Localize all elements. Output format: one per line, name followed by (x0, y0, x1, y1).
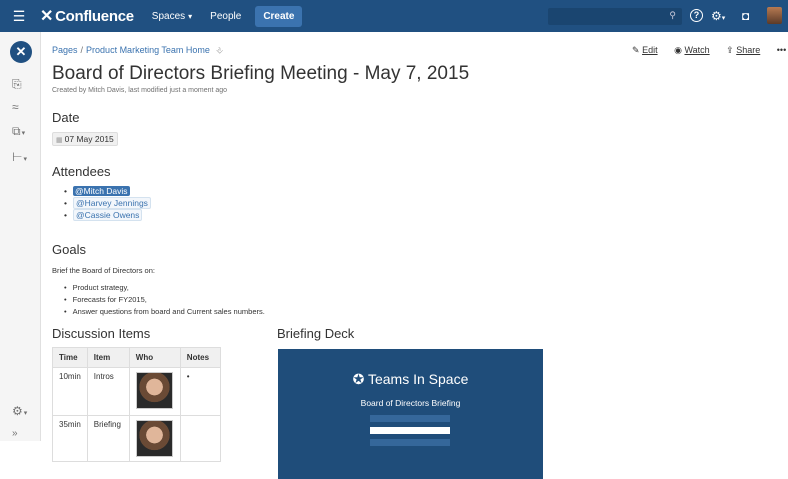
planet-logo-icon: ✪ (352, 371, 365, 387)
page-tree-icon[interactable]: ⊢▾ (12, 150, 27, 164)
deck-brand-text: Teams In Space (367, 371, 469, 387)
list-item: @Mitch Davis (64, 185, 151, 197)
people-link[interactable]: People (210, 11, 241, 22)
briefing-deck-preview[interactable]: ✪ Teams In Space Board of Directors Brie… (278, 349, 543, 479)
deck-field-bar (370, 427, 450, 434)
deck-field-bar (370, 439, 450, 446)
time-cell: 35min (52, 415, 88, 462)
page-tools-icon[interactable]: ⧉▾ (12, 124, 25, 139)
date-lozenge[interactable]: ▦ 07 May 2015 (52, 132, 118, 146)
user-mention[interactable]: @Harvey Jennings (72, 197, 151, 209)
calendar-icon: ▦ (56, 137, 63, 144)
attendees-heading: Attendees (52, 164, 111, 179)
spaces-menu[interactable]: Spaces ▾ (152, 11, 192, 22)
edit-label: Edit (642, 45, 658, 55)
attendees-list: @Mitch Davis @Harvey Jennings @Cassie Ow… (64, 185, 151, 221)
pencil-icon: ✎ (632, 45, 640, 55)
column-header: Notes (179, 347, 221, 368)
who-cell (128, 415, 181, 462)
deck-brand: ✪ Teams In Space (278, 371, 543, 388)
time-cell: 10min (52, 367, 88, 416)
notes-cell (179, 415, 221, 462)
deck-field-bar (370, 415, 450, 422)
confluence-logo-text: Confluence (55, 7, 134, 25)
goals-list: Product strategy, Forecasts for FY2015, … (64, 283, 265, 319)
settings-gear-icon[interactable]: ⚙▾ (711, 9, 725, 23)
item-cell: Intros (86, 367, 130, 416)
deck-subtitle: Board of Directors Briefing (360, 398, 461, 408)
user-mention[interactable]: @Mitch Davis (72, 186, 130, 196)
notes-cell: • (179, 367, 221, 416)
pages-icon[interactable]: ⎘ (12, 77, 22, 92)
breadcrumb-pages[interactable]: Pages (52, 45, 78, 55)
search-icon: ⚲ (669, 10, 676, 20)
list-item: Forecasts for FY2015, (64, 295, 265, 307)
share-label: Share (736, 45, 761, 55)
table-header-row: Time Item Who Notes (52, 347, 221, 368)
watch-label: Watch (684, 45, 710, 55)
who-cell (128, 367, 181, 416)
breadcrumb: Pages / Product Marketing Team Home ⎀ (52, 45, 223, 56)
list-item: @Cassie Owens (64, 209, 151, 221)
date-value: 07 May 2015 (64, 134, 114, 144)
goals-heading: Goals (52, 242, 86, 257)
page-title: Board of Directors Briefing Meeting - Ma… (52, 63, 470, 84)
notifications-icon[interactable]: ◘ (742, 9, 749, 23)
column-header: Who (128, 347, 181, 368)
watch-button[interactable]: ◉ Watch (674, 45, 710, 55)
menu-icon[interactable]: ☰ (8, 8, 30, 25)
share-button[interactable]: ⇪ Share (726, 45, 760, 55)
share-icon: ⇪ (726, 45, 734, 55)
list-item: Product strategy, (64, 283, 265, 295)
more-actions-button[interactable]: ••• (777, 45, 786, 55)
search-input[interactable]: ⚲ (548, 8, 682, 25)
user-avatar[interactable] (767, 7, 782, 24)
create-button[interactable]: Create (255, 5, 303, 27)
discussion-heading: Discussion Items (52, 326, 151, 341)
attendee-photo (135, 372, 173, 409)
spaces-label: Spaces (151, 10, 186, 22)
column-header: Time (52, 347, 88, 368)
user-mention[interactable]: @Cassie Owens (72, 209, 143, 221)
item-cell: Briefing (86, 415, 130, 462)
space-sidebar: ✕ ⎘ ≈ ⧉▾ ⊢▾ ⚙▾ » (0, 32, 41, 441)
page-byline: Created by Mitch Davis, last modified ju… (52, 87, 228, 94)
column-header: Item (86, 347, 130, 368)
breadcrumb-space-home[interactable]: Product Marketing Team Home (86, 45, 210, 55)
briefing-deck-heading: Briefing Deck (277, 326, 355, 341)
list-item: @Harvey Jennings (64, 197, 151, 209)
list-item: Answer questions from board and Current … (64, 307, 265, 319)
attachment-icon[interactable]: ⎀ (216, 45, 223, 55)
discussion-table: Time Item Who Notes 10min Intros • 35min… (52, 347, 221, 462)
confluence-logo-icon: ✕ (40, 8, 54, 25)
table-row: 10min Intros • (52, 367, 221, 416)
confluence-logo[interactable]: ✕ Confluence (40, 6, 134, 26)
top-navigation-bar: ☰ ✕ Confluence Spaces ▾ People Create ⚲ ?… (0, 0, 788, 32)
chevron-down-icon: ▾ (188, 11, 193, 21)
space-settings-icon[interactable]: ⚙▾ (12, 404, 27, 418)
page-actions: ✎ Edit ◉ Watch ⇪ Share ••• (632, 45, 788, 56)
blog-feed-icon[interactable]: ≈ (12, 100, 19, 114)
expand-sidebar-icon[interactable]: » (12, 428, 18, 439)
attendee-photo (135, 420, 173, 457)
breadcrumb-separator: / (80, 45, 84, 55)
edit-button[interactable]: ✎ Edit (632, 45, 658, 55)
space-logo-icon[interactable]: ✕ (10, 41, 32, 63)
date-heading: Date (52, 110, 80, 125)
eye-icon: ◉ (674, 45, 682, 55)
help-icon[interactable]: ? (690, 9, 703, 22)
goals-intro: Brief the Board of Directors on: (52, 266, 155, 275)
table-row: 35min Briefing (52, 415, 221, 462)
